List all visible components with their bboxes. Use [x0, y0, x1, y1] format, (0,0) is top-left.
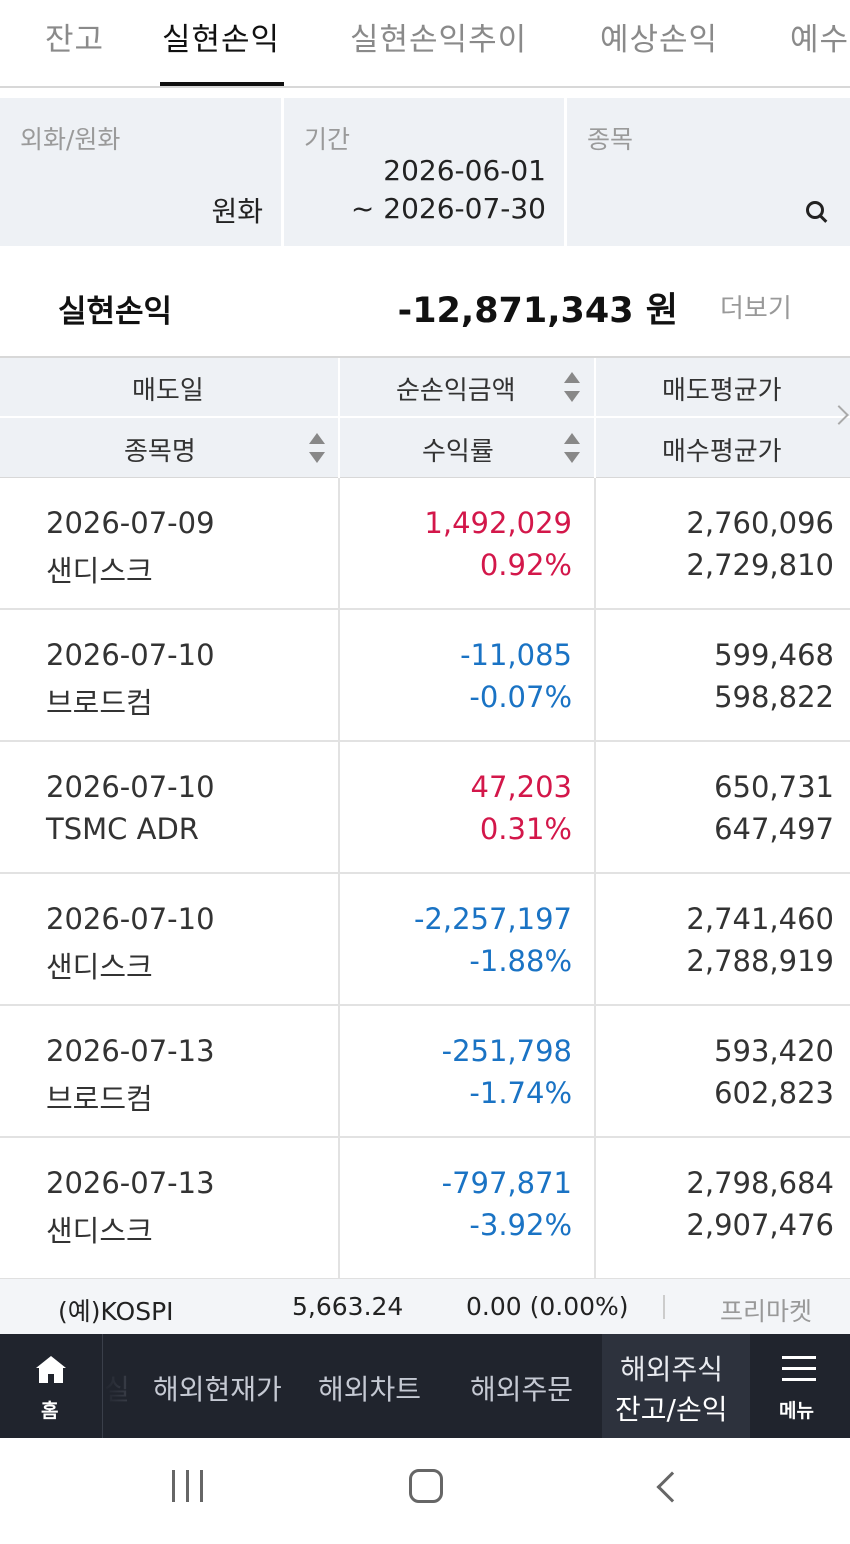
nav-item-overseas-quote[interactable]: 해외현재가	[153, 1368, 282, 1408]
sell-date: 2026-07-10	[46, 638, 215, 672]
premarket-label[interactable]: 프리마켓	[720, 1292, 812, 1328]
home-icon	[36, 1356, 66, 1384]
currency-filter[interactable]: 외화/원화 원화	[0, 98, 281, 246]
search-icon[interactable]	[806, 201, 824, 219]
menu-label[interactable]: 메뉴	[779, 1396, 814, 1423]
active-tab-indicator	[160, 82, 284, 86]
sell-avg-price: 650,731	[714, 770, 834, 804]
nav-item-overseas-order[interactable]: 해외주문	[470, 1368, 573, 1408]
stock-name: 브로드컴	[46, 686, 153, 720]
sell-date: 2026-07-13	[46, 1166, 215, 1200]
nav-active-line2: 잔고/손익	[615, 1393, 728, 1426]
net-pl-amount: -797,871	[441, 1166, 572, 1200]
header-divider	[0, 416, 850, 418]
buy-avg-price: 647,497	[714, 812, 834, 846]
currency-value: 원화	[211, 195, 263, 228]
sort-icon[interactable]	[564, 372, 580, 402]
period-filter[interactable]: 기간 2026-06-01 ~ 2026-07-30	[284, 98, 564, 246]
tab-balance[interactable]: 잔고	[45, 14, 104, 59]
sell-date: 2026-07-10	[46, 770, 215, 804]
table-row[interactable]: 2026-07-09 샌디스크 1,492,029 0.92% 2,760,09…	[0, 478, 850, 610]
header-net-pl[interactable]: 순손익금액	[396, 370, 516, 407]
table-header: 매도일 순손익금액 매도평균가 종목명 수익률 매수평균가	[0, 358, 850, 478]
stock-name: 샌디스크	[46, 1214, 153, 1248]
tab-realized-pl[interactable]: 실현손익	[162, 14, 280, 59]
buy-avg-price: 2,788,919	[686, 944, 834, 978]
period-from: 2026-06-01	[383, 154, 546, 187]
ticker-value: 5,663.24	[292, 1292, 404, 1321]
buy-avg-price: 598,822	[714, 680, 834, 714]
home-label: 홈	[41, 1400, 59, 1422]
header-col-divider	[338, 358, 340, 478]
nav-active-line1: 해외주식	[620, 1353, 724, 1386]
stock-name: TSMC ADR	[46, 812, 199, 846]
net-pl-amount: 47,203	[470, 770, 572, 804]
sell-date: 2026-07-13	[46, 1034, 215, 1068]
stock-label: 종목	[587, 125, 634, 154]
net-pl-amount: -2,257,197	[413, 902, 572, 936]
system-nav-bar	[0, 1438, 850, 1544]
return-rate: 0.92%	[479, 548, 572, 582]
more-button[interactable]: 더보기	[720, 288, 792, 325]
stock-name: 브로드컴	[46, 1082, 153, 1116]
sell-avg-price: 593,420	[714, 1034, 834, 1068]
realized-pl-summary: 실현손익 -12,871,343 원 더보기	[0, 248, 850, 358]
stock-name: 샌디스크	[46, 950, 153, 984]
table-row[interactable]: 2026-07-13 샌디스크 -797,871 -3.92% 2,798,68…	[0, 1138, 850, 1278]
net-pl-amount: -11,085	[460, 638, 572, 672]
header-sell-avg: 매도평균가	[662, 376, 782, 406]
back-icon[interactable]	[656, 1471, 688, 1503]
currency-label: 외화/원화	[20, 125, 121, 154]
header-sell-date: 매도일	[132, 376, 204, 406]
header-return-rate[interactable]: 수익률	[422, 431, 494, 468]
period-to: ~ 2026-07-30	[350, 192, 546, 225]
return-rate: -0.07%	[469, 680, 572, 714]
sell-avg-price: 2,798,684	[686, 1166, 834, 1200]
period-label: 기간	[304, 125, 351, 154]
system-home-icon[interactable]	[409, 1469, 443, 1503]
ticker-divider	[663, 1295, 665, 1319]
header-stock-name[interactable]: 종목명	[124, 431, 196, 468]
net-pl-amount: 1,492,029	[424, 506, 572, 540]
return-rate: -1.88%	[469, 944, 572, 978]
tab-realized-pl-trend[interactable]: 실현손익추이	[350, 14, 527, 59]
buy-avg-price: 2,729,810	[686, 548, 834, 582]
summary-value: -12,871,343 원	[397, 291, 678, 331]
top-tab-bar: 잔고 실현손익 실현손익추이 예상손익 예수	[0, 0, 850, 88]
nav-item-overseas-balance[interactable]: 해외주식 잔고/손익	[602, 1334, 750, 1438]
table-row[interactable]: 2026-07-10 TSMC ADR 47,203 0.31% 650,731…	[0, 742, 850, 874]
sell-date: 2026-07-10	[46, 902, 215, 936]
sell-date: 2026-07-09	[46, 506, 215, 540]
return-rate: -1.74%	[469, 1076, 572, 1110]
header-col-divider	[594, 358, 596, 478]
recent-apps-icon[interactable]	[172, 1470, 206, 1502]
header-buy-avg: 매수평균가	[662, 437, 782, 467]
table-row[interactable]: 2026-07-10 브로드컴 -11,085 -0.07% 599,468 5…	[0, 610, 850, 742]
filter-panel: 외화/원화 원화 기간 2026-06-01 ~ 2026-07-30 종목	[0, 98, 850, 246]
stock-filter[interactable]: 종목	[567, 98, 850, 246]
summary-label: 실현손익	[58, 294, 173, 330]
buy-avg-price: 2,907,476	[686, 1208, 834, 1242]
stock-name: 샌디스크	[46, 554, 153, 588]
nav-item-overseas-chart[interactable]: 해외차트	[318, 1368, 421, 1408]
ticker-change: 0.00 (0.00%)	[466, 1292, 629, 1321]
ticker-name: (예)KOSPI	[58, 1297, 174, 1326]
home-button[interactable]: 홈	[0, 1334, 103, 1438]
table-row[interactable]: 2026-07-13 브로드컴 -251,798 -1.74% 593,420 …	[0, 1006, 850, 1138]
sell-avg-price: 2,760,096	[686, 506, 834, 540]
table-row[interactable]: 2026-07-10 샌디스크 -2,257,197 -1.88% 2,741,…	[0, 874, 850, 1006]
hamburger-menu-icon[interactable]	[782, 1356, 816, 1382]
sell-avg-price: 2,741,460	[686, 902, 834, 936]
app-bottom-nav: 실 홈 해외현재가 해외차트 해외주문 해외주식 잔고/손익 메뉴	[0, 1334, 850, 1438]
buy-avg-price: 602,823	[714, 1076, 834, 1110]
market-ticker[interactable]: (예)KOSPI 5,663.24 0.00 (0.00%) 프리마켓	[0, 1278, 850, 1334]
sort-icon[interactable]	[564, 433, 580, 463]
sort-icon[interactable]	[309, 433, 325, 463]
return-rate: -3.92%	[469, 1208, 572, 1242]
return-rate: 0.31%	[479, 812, 572, 846]
tab-deposit[interactable]: 예수	[790, 14, 849, 59]
tab-expected-pl[interactable]: 예상손익	[600, 14, 718, 59]
net-pl-amount: -251,798	[441, 1034, 572, 1068]
sell-avg-price: 599,468	[714, 638, 834, 672]
